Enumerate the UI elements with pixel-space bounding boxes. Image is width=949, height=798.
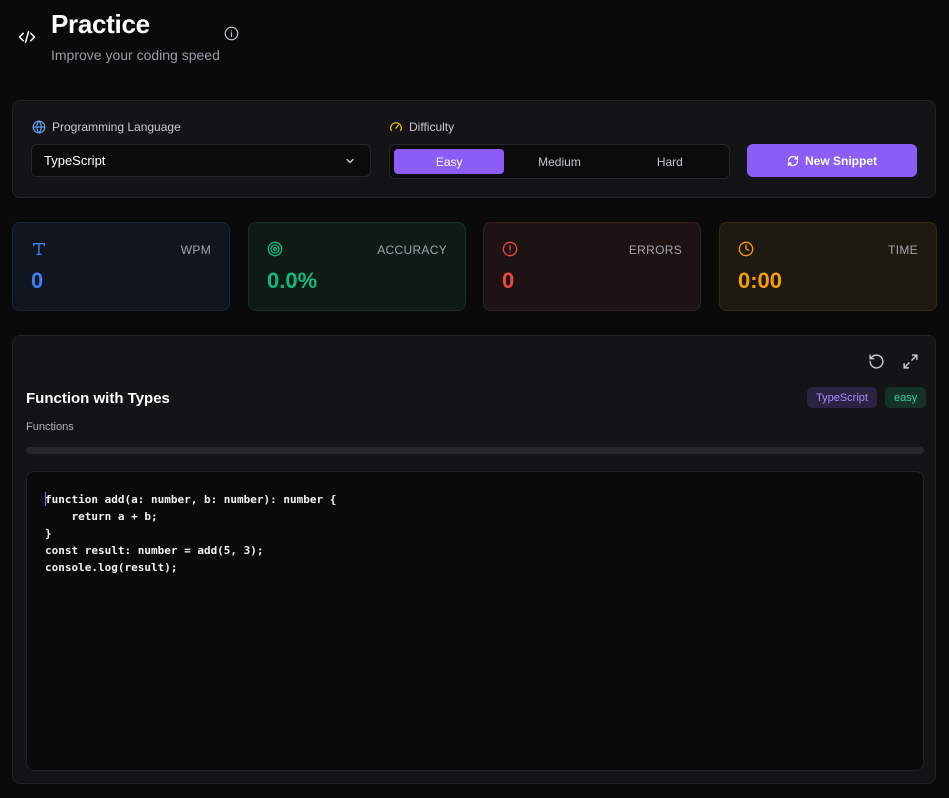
- stat-label: TIME: [888, 243, 918, 257]
- language-select[interactable]: TypeScript: [31, 144, 371, 177]
- stat-value: 0:00: [738, 268, 783, 293]
- clock-icon: [738, 241, 754, 257]
- stat-value: 0: [502, 268, 515, 293]
- info-icon[interactable]: [224, 26, 239, 41]
- difficulty-easy-button[interactable]: Easy: [394, 149, 505, 174]
- difficulty-medium-button[interactable]: Medium: [504, 149, 614, 174]
- code-line: return a + b;: [45, 510, 158, 523]
- difficulty-segmented-control: Easy Medium Hard: [389, 144, 730, 179]
- globe-icon: [32, 120, 46, 134]
- language-select-value: TypeScript: [44, 153, 106, 168]
- progress-bar: [26, 447, 924, 454]
- chevron-down-icon: [346, 158, 354, 163]
- practice-controls: Programming Language TypeScript Difficul…: [12, 100, 936, 198]
- code-line: function add(a: number, b: number): numb…: [45, 493, 337, 506]
- stat-card-time: TIME 0:00: [719, 222, 937, 311]
- maximize-icon[interactable]: [902, 353, 919, 370]
- code-line: }: [45, 527, 52, 540]
- difficulty-label: Difficulty: [389, 120, 454, 134]
- code-line: const result: number = add(5, 3);: [45, 544, 264, 557]
- page-header: Practice Improve your coding speed: [0, 0, 949, 80]
- code-editor[interactable]: function add(a: number, b: number): numb…: [26, 471, 924, 771]
- stat-card-errors: ERRORS 0: [483, 222, 701, 311]
- snippet-title: Function with Types: [26, 390, 170, 407]
- text-cursor: [45, 492, 46, 506]
- page-title: Practice: [51, 9, 150, 39]
- stat-card-wpm: WPM 0: [12, 222, 230, 311]
- stat-value: 0: [31, 268, 44, 293]
- stat-card-accuracy: ACCURACY 0.0%: [248, 222, 466, 311]
- language-label: Programming Language: [32, 120, 181, 134]
- stat-label: ERRORS: [628, 243, 682, 257]
- stat-value: 0.0%: [267, 268, 318, 293]
- page-subtitle: Improve your coding speed: [51, 47, 220, 63]
- stat-label: WPM: [180, 243, 211, 257]
- rotate-ccw-icon[interactable]: [868, 353, 885, 370]
- new-snippet-button[interactable]: New Snippet: [747, 144, 917, 177]
- language-badge: TypeScript: [807, 387, 877, 408]
- gauge-icon: [390, 122, 402, 132]
- refresh-icon: [787, 155, 799, 166]
- new-snippet-label: New Snippet: [804, 153, 877, 168]
- language-label-text: Programming Language: [52, 120, 181, 134]
- type-icon: [33, 243, 45, 255]
- typing-panel: Function with Types Functions TypeScript…: [12, 335, 936, 784]
- difficulty-label-text: Difficulty: [409, 120, 455, 134]
- snippet-category: Functions: [26, 421, 74, 433]
- difficulty-hard-button[interactable]: Hard: [615, 149, 725, 174]
- difficulty-badge: easy: [885, 387, 927, 408]
- code-line: console.log(result);: [45, 561, 178, 574]
- alert-circle-icon: [502, 241, 518, 257]
- code-icon: [18, 31, 36, 43]
- target-icon: [267, 241, 283, 257]
- stat-label: ACCURACY: [377, 243, 447, 257]
